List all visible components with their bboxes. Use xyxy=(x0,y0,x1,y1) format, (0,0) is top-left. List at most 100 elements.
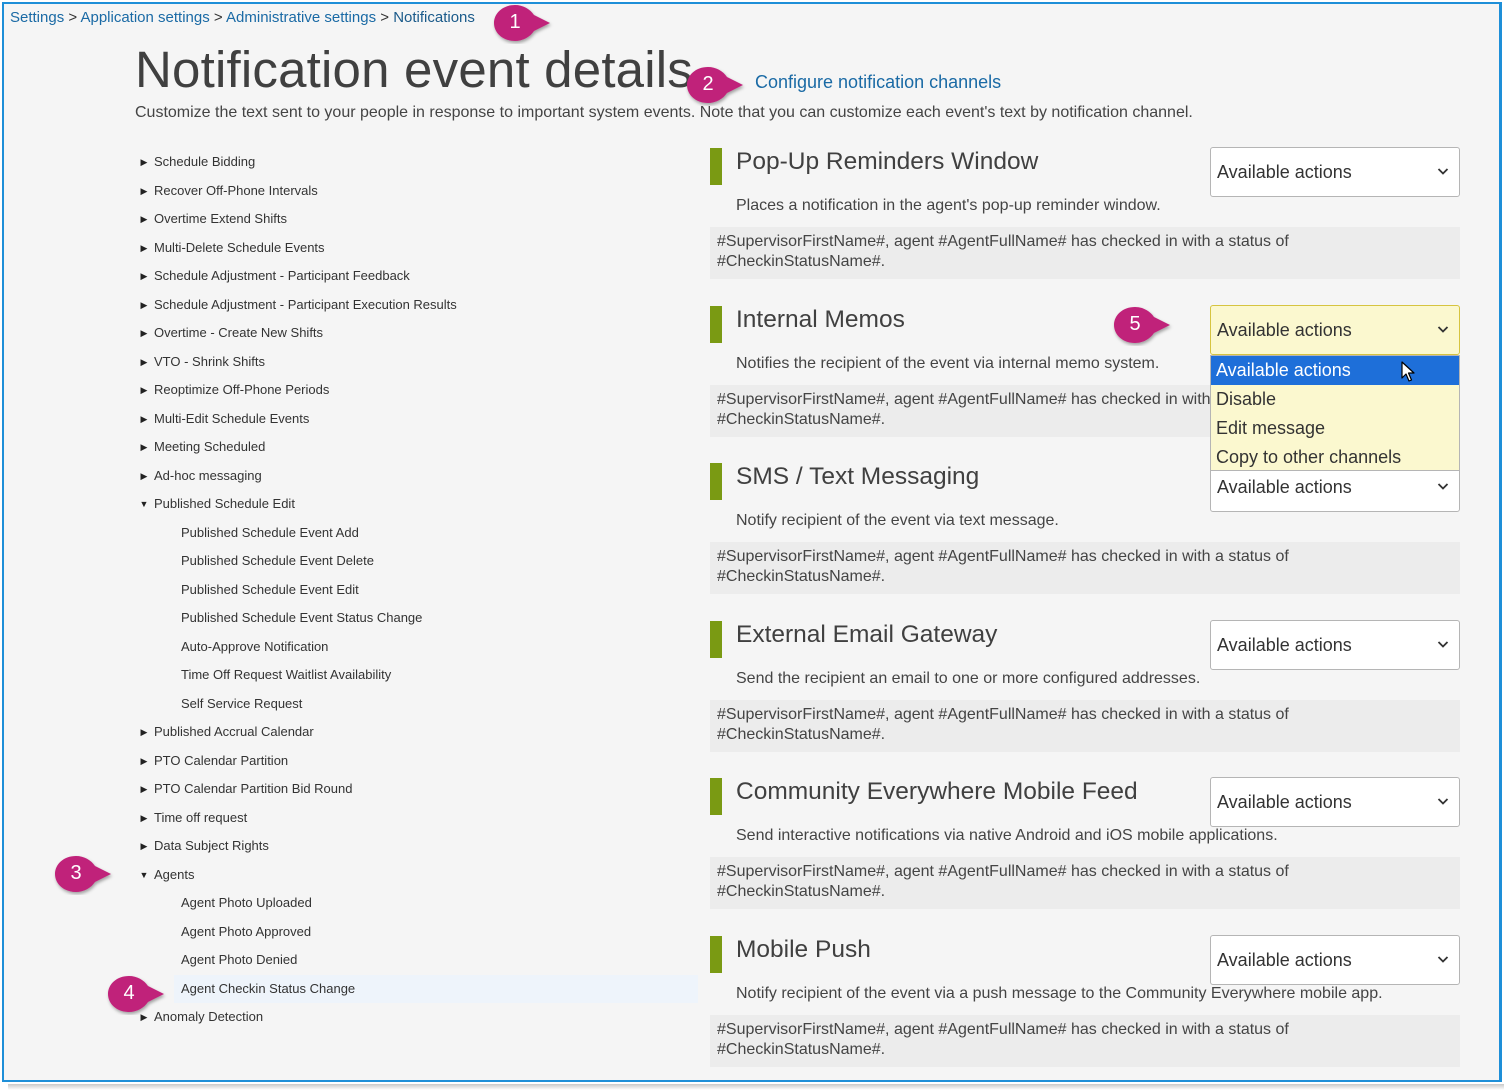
tree-item-selected[interactable]: Agent Checkin Status Change xyxy=(181,979,355,999)
caret-right-icon[interactable]: ▶ xyxy=(138,437,150,457)
channel-description: Send the recipient an email to one or mo… xyxy=(736,670,1201,687)
callout-number: 4 xyxy=(123,982,135,1004)
tree-item[interactable]: ▶ Reoptimize Off-Phone Periods xyxy=(141,380,330,400)
tree-item[interactable]: ▶ PTO Calendar Partition Bid Round xyxy=(141,779,353,799)
tree-item[interactable]: ▶ Schedule Bidding xyxy=(141,152,256,172)
channel-message: #SupervisorFirstName#, agent #AgentFullN… xyxy=(710,542,1460,594)
tree-item[interactable]: ▶ Overtime - Create New Shifts xyxy=(141,323,324,343)
caret-right-icon[interactable]: ▶ xyxy=(138,295,150,315)
caret-right-icon[interactable]: ▶ xyxy=(138,323,150,343)
caret-right-icon[interactable]: ▶ xyxy=(138,779,150,799)
tree-item[interactable]: ▶ Schedule Adjustment - Participant Execu… xyxy=(141,295,457,315)
tree-item[interactable]: ▶ Meeting Scheduled xyxy=(141,437,266,457)
actions-dropdown-menu: Available actions Disable Edit message C… xyxy=(1210,355,1460,471)
tree-item-label: Data Subject Rights xyxy=(154,838,269,853)
tree-item-label: Schedule Adjustment - Participant Execut… xyxy=(154,296,457,312)
callout-marker: 4 xyxy=(104,973,168,1015)
tree-item-label: Auto-Approve Notification xyxy=(181,638,329,654)
tree-item[interactable]: ▶ Ad-hoc messaging xyxy=(141,466,262,486)
tree-item-label: Time Off Request Waitlist Availability xyxy=(181,667,392,682)
tree-item-label: Anomaly Detection xyxy=(154,1009,264,1024)
tree-item[interactable]: ▶ VTO - Shrink Shifts xyxy=(141,352,265,372)
chevron-down-icon xyxy=(1437,641,1449,648)
available-actions-select[interactable]: Available actions xyxy=(1210,777,1460,827)
dropdown-option-edit-message[interactable]: Edit message xyxy=(1211,414,1459,443)
chevron-down-icon xyxy=(1437,956,1449,963)
breadcrumb: Settings > Application settings > Admini… xyxy=(10,9,475,26)
caret-right-icon[interactable]: ▶ xyxy=(138,380,150,400)
caret-right-icon[interactable]: ▶ xyxy=(138,209,150,229)
tree-child-item[interactable]: Agent Photo Denied xyxy=(181,950,297,970)
channel-title: Community Everywhere Mobile Feed xyxy=(736,778,1138,805)
tree-item-label: Recover Off-Phone Intervals xyxy=(154,182,318,198)
callout-number: 3 xyxy=(70,862,82,884)
tree-item[interactable]: ▼ Agents xyxy=(140,865,195,885)
channel-message: #SupervisorFirstName#, agent #AgentFullN… xyxy=(710,700,1460,752)
tree-child-item[interactable]: Agent Photo Approved xyxy=(181,922,311,942)
caret-down-icon[interactable]: ▼ xyxy=(138,865,150,885)
tree-child-item[interactable]: Published Schedule Event Add xyxy=(181,523,359,543)
tree-item[interactable]: ▶ Overtime Extend Shifts xyxy=(141,209,287,229)
tree-item-label: Published Accrual Calendar xyxy=(154,724,314,739)
tree-item[interactable]: ▶ Anomaly Detection xyxy=(141,1007,264,1027)
breadcrumb-settings[interactable]: Settings xyxy=(10,9,64,26)
tree-item[interactable]: ▶ Data Subject Rights xyxy=(141,836,269,856)
tree-item-label: Time off request xyxy=(154,809,248,825)
breadcrumb-administrative-settings[interactable]: Administrative settings xyxy=(226,9,376,26)
channel-accent-bar xyxy=(710,621,722,658)
dropdown-option-copy-to-other-channels[interactable]: Copy to other channels xyxy=(1211,443,1459,472)
channel-message: #SupervisorFirstName#, agent #AgentFullN… xyxy=(710,1015,1460,1067)
tree-item-label: Published Schedule Edit xyxy=(154,496,295,511)
caret-right-icon[interactable]: ▶ xyxy=(138,352,150,372)
channel-accent-bar xyxy=(710,148,722,185)
available-actions-select[interactable]: Available actions xyxy=(1210,620,1460,670)
tree-child-item[interactable]: Time Off Request Waitlist Availability xyxy=(181,665,391,685)
chevron-down-icon xyxy=(1437,483,1449,490)
tree-item-label: Self Service Request xyxy=(181,695,303,711)
select-value: Available actions xyxy=(1217,635,1352,655)
caret-right-icon[interactable]: ▶ xyxy=(138,266,150,286)
dropdown-option-disable[interactable]: Disable xyxy=(1211,385,1459,414)
tree-item[interactable]: ▶ Published Accrual Calendar xyxy=(141,722,314,742)
caret-right-icon[interactable]: ▶ xyxy=(138,808,150,828)
tree-child-item[interactable]: Auto-Approve Notification xyxy=(181,637,328,657)
tree-child-item[interactable]: Published Schedule Event Status Change xyxy=(181,608,422,628)
caret-down-icon[interactable]: ▼ xyxy=(138,494,150,514)
channel-accent-bar xyxy=(710,778,722,815)
configure-channels-link[interactable]: Configure notification channels xyxy=(755,72,1001,93)
caret-right-icon[interactable]: ▶ xyxy=(138,466,150,486)
caret-right-icon[interactable]: ▶ xyxy=(138,751,150,771)
dropdown-option-available-actions[interactable]: Available actions xyxy=(1211,356,1459,385)
caret-right-icon[interactable]: ▶ xyxy=(138,238,150,258)
tree-item[interactable]: ▼ Published Schedule Edit xyxy=(140,494,295,514)
tree-item[interactable]: ▶ Schedule Adjustment - Participant Feedb… xyxy=(141,266,410,286)
tree-child-item[interactable]: Self Service Request xyxy=(181,694,302,714)
tree-child-item[interactable]: Published Schedule Event Edit xyxy=(181,580,359,600)
tree-child-item[interactable]: Published Schedule Event Delete xyxy=(181,551,374,571)
select-value: Available actions xyxy=(1217,320,1352,340)
caret-right-icon[interactable]: ▶ xyxy=(138,836,150,856)
available-actions-select[interactable]: Available actions xyxy=(1210,935,1460,985)
tree-item[interactable]: ▶ Time off request xyxy=(141,808,248,828)
available-actions-select[interactable]: Available actions xyxy=(1210,305,1460,355)
available-actions-select[interactable]: Available actions xyxy=(1210,147,1460,197)
tree-item[interactable]: ▶ Recover Off-Phone Intervals xyxy=(141,181,318,201)
breadcrumb-application-settings[interactable]: Application settings xyxy=(80,9,209,26)
callout-number: 5 xyxy=(1129,313,1141,335)
tree-item[interactable]: ▶ Multi-Edit Schedule Events xyxy=(141,409,310,429)
caret-right-icon[interactable]: ▶ xyxy=(138,722,150,742)
tree-child-item[interactable]: Agent Photo Uploaded xyxy=(181,893,312,913)
caret-right-icon[interactable]: ▶ xyxy=(138,152,150,172)
tree-item-label: Multi-Edit Schedule Events xyxy=(154,410,310,426)
caret-right-icon[interactable]: ▶ xyxy=(138,181,150,201)
tree-item-label: Published Schedule Event Status Change xyxy=(181,610,423,625)
tree-item[interactable]: ▶ Multi-Delete Schedule Events xyxy=(141,238,325,258)
channel-description: Notify recipient of the event via a push… xyxy=(736,985,1383,1002)
tree-item[interactable]: ▶ PTO Calendar Partition xyxy=(141,751,289,771)
channel-accent-bar xyxy=(710,936,722,973)
tree-item-label: Overtime - Create New Shifts xyxy=(154,325,324,340)
tree-item-label: Published Schedule Event Add xyxy=(181,524,359,540)
caret-right-icon[interactable]: ▶ xyxy=(138,409,150,429)
breadcrumb-separator: > xyxy=(380,9,390,26)
page-description: Customize the text sent to your people i… xyxy=(135,104,1193,121)
